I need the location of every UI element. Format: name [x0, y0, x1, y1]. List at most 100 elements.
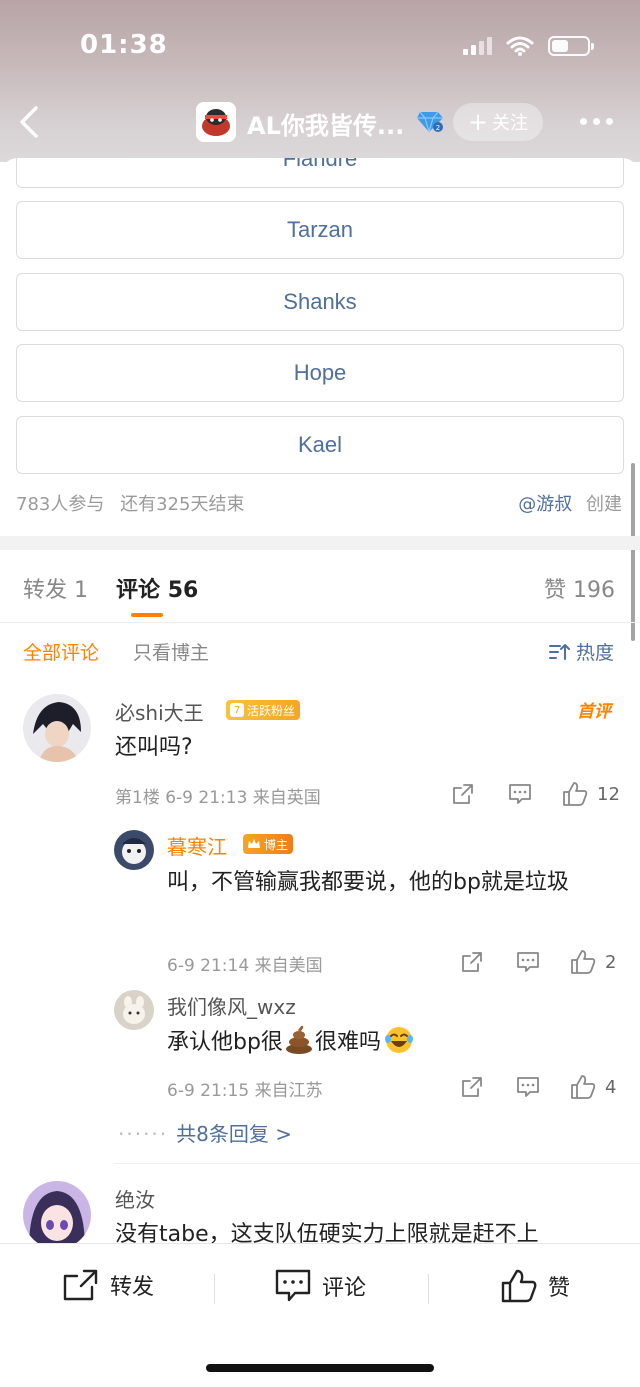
poll-option[interactable]: Kael: [16, 416, 624, 474]
like-count: 2: [605, 952, 617, 973]
follow-label: 关注: [492, 113, 529, 134]
poll-option[interactable]: Shanks: [16, 273, 624, 331]
comment-divider: [114, 1163, 640, 1164]
reply-icon[interactable]: [515, 950, 541, 974]
fan-badge-label: 活跃粉丝: [247, 703, 296, 718]
first-comment-tag: 首评: [577, 702, 611, 722]
status-time: 01:38: [80, 30, 168, 60]
bottom-like-label: 赞: [548, 1276, 571, 1301]
reply-text-part: 承认他bp很: [167, 1030, 283, 1055]
share-icon[interactable]: [460, 1075, 484, 1099]
blogger-avatar[interactable]: [196, 102, 236, 142]
reply-icon[interactable]: [515, 1075, 541, 1099]
like-icon[interactable]: [569, 1074, 597, 1100]
like-count: 12: [597, 784, 620, 805]
tabs-divider: [0, 622, 640, 623]
scrollbar[interactable]: [631, 463, 635, 641]
repost-icon: [63, 1269, 98, 1301]
like-count: 4: [605, 1077, 617, 1098]
avatar[interactable]: [23, 1181, 91, 1249]
back-icon[interactable]: [16, 104, 46, 140]
tab-like-label: 赞: [544, 578, 567, 603]
reply-text-line: 承认他bp很 很难吗: [167, 1024, 415, 1060]
tab-comment-count: 56: [167, 578, 199, 603]
comment-icon: [275, 1269, 311, 1302]
signal-icon: [463, 37, 492, 55]
filter-blogger-only[interactable]: 只看博主: [133, 638, 209, 665]
wifi-icon: [506, 36, 534, 56]
avatar[interactable]: [114, 990, 154, 1030]
reply-text-part: 很难吗: [314, 1030, 381, 1055]
tab-repost[interactable]: 转发 1: [23, 572, 88, 604]
tab-like-count: 196: [573, 578, 616, 603]
tab-comment-label: 评论: [116, 578, 161, 603]
bottom-repost-button[interactable]: 转发: [62, 1268, 154, 1302]
battery-icon: [548, 36, 594, 56]
poll-remaining: 还有325天结束: [120, 494, 245, 515]
filter-all-comments[interactable]: 全部评论: [23, 638, 99, 665]
poll-option[interactable]: Tarzan: [16, 201, 624, 259]
comment-username[interactable]: 绝汝: [115, 1184, 155, 1213]
bottom-divider: [428, 1274, 429, 1304]
share-icon[interactable]: [451, 782, 475, 806]
section-separator: [0, 536, 640, 550]
more-replies-label: 共8条回复 >: [176, 1122, 292, 1146]
fan-level-icon: 7: [230, 703, 244, 717]
avatar[interactable]: [23, 694, 91, 762]
comment-meta: 第1楼 6-9 21:13 来自英国: [115, 788, 321, 808]
nav-bar: AL你我皆传... 2 + 关注: [0, 100, 640, 144]
home-indicator: [206, 1364, 434, 1372]
avatar[interactable]: [114, 830, 154, 870]
sort-hot-button[interactable]: 热度: [548, 638, 614, 665]
nav-title[interactable]: AL你我皆传...: [247, 106, 404, 141]
crown-icon: [247, 838, 261, 850]
blogger-badge: 博主: [243, 834, 294, 854]
poll-card: Flandre Tarzan Shanks Hope Kael 783人参与 还…: [0, 158, 640, 538]
poll-participants: 783人参与: [16, 494, 105, 515]
thumbs-up-icon: [501, 1269, 537, 1303]
tab-comment[interactable]: 评论 56: [116, 572, 198, 604]
comment-text: 还叫吗?: [115, 735, 193, 760]
bottom-like-button[interactable]: 赞: [500, 1268, 570, 1304]
blogger-badge-label: 博主: [264, 837, 289, 852]
view-more-replies-link[interactable]: ······ 共8条回复 >: [118, 1118, 292, 1147]
fan-badge: 7 活跃粉丝: [226, 700, 301, 720]
bottom-divider: [214, 1274, 215, 1304]
dots-icon: ······: [118, 1122, 169, 1146]
bottom-action-bar: 转发 评论 赞: [0, 1243, 640, 1387]
laughing-emoji-icon: [383, 1025, 415, 1055]
bottom-comment-button[interactable]: 评论: [274, 1268, 366, 1304]
bottom-repost-label: 转发: [110, 1275, 155, 1300]
poll-creator-link[interactable]: @游叔: [518, 494, 572, 515]
poll-option[interactable]: Flandre: [16, 158, 624, 188]
top-header: 01:38 AL你我皆传... 2 + 关注: [0, 0, 640, 162]
like-icon[interactable]: [569, 949, 597, 975]
reply-meta: 6-9 21:15 来自江苏: [167, 1081, 323, 1101]
bottom-comment-label: 评论: [322, 1276, 367, 1301]
poll-creator-suffix: 创建: [586, 494, 622, 515]
diamond-badge-icon: 2: [417, 111, 443, 133]
svg-text:2: 2: [436, 124, 440, 132]
reply-username[interactable]: 我们像风_wxz: [167, 991, 296, 1020]
follow-button[interactable]: + 关注: [453, 103, 543, 141]
status-icons: [463, 36, 594, 56]
reply-username[interactable]: 暮寒江: [167, 831, 227, 860]
poll-creator: @游叔 创建: [518, 490, 622, 516]
plus-icon: +: [467, 108, 489, 136]
sort-label: 热度: [576, 642, 615, 664]
reply-text: 叫，不管输赢我都要说，他的bp就是垃圾: [167, 870, 569, 895]
reply-meta: 6-9 21:14 来自美国: [167, 956, 323, 976]
tab-active-indicator: [131, 613, 163, 617]
more-options-icon[interactable]: [580, 118, 613, 125]
poop-emoji-icon: [283, 1024, 315, 1054]
share-icon[interactable]: [460, 950, 484, 974]
comment-username[interactable]: 必shi大王: [115, 697, 204, 726]
like-icon[interactable]: [561, 781, 589, 807]
poll-stats: 783人参与 还有325天结束: [16, 490, 244, 516]
sort-icon: [549, 643, 570, 660]
tab-repost-count: 1: [74, 578, 89, 603]
tab-repost-label: 转发: [23, 578, 68, 603]
poll-option[interactable]: Hope: [16, 344, 624, 402]
tab-like[interactable]: 赞 196: [544, 572, 615, 604]
reply-icon[interactable]: [507, 782, 533, 806]
